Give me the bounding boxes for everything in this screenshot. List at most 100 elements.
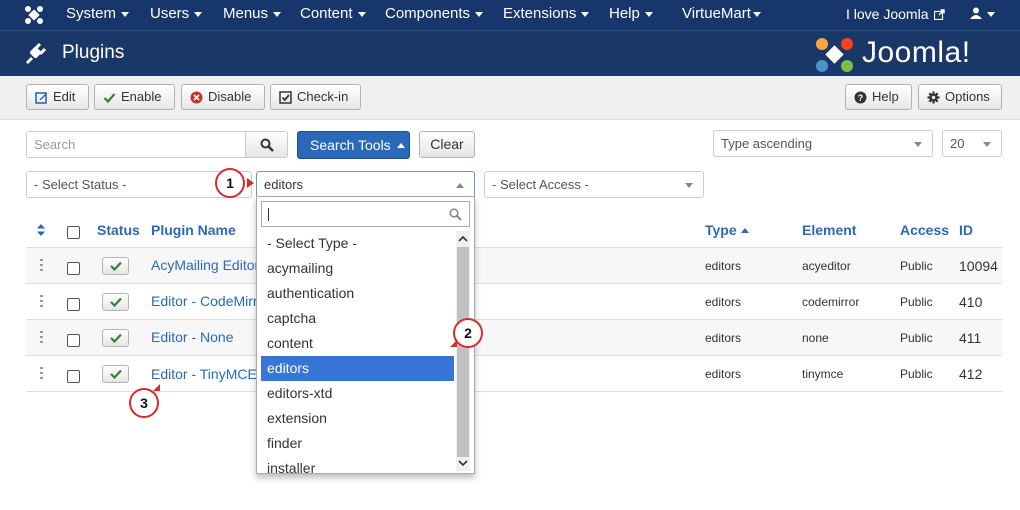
column-header-type[interactable]: Type [705,222,749,238]
menu-components[interactable]: Components [385,0,484,30]
joomla-icon[interactable] [24,5,44,25]
edit-icon [35,92,47,104]
scroll-down-icon[interactable] [458,460,468,467]
type-option-highlighted[interactable]: editors [261,356,454,381]
plugin-id: 411 [959,330,982,346]
caret-down-icon [685,183,693,188]
page-title: Plugins [62,42,125,63]
status-toggle-button[interactable] [102,365,129,383]
column-header-plugin-name[interactable]: Plugin Name [151,222,236,238]
plugin-access: Public [900,367,933,381]
external-link-icon [934,9,946,21]
plugin-id: 412 [959,366,983,382]
caret-down-icon [914,142,922,147]
column-header-status[interactable]: Status [97,222,140,238]
type-dropdown-panel: - Select Type - acymailing authenticatio… [256,196,475,474]
select-all-checkbox[interactable] [67,226,80,239]
plugin-element: codemirror [802,295,860,309]
brand-text: Joomla! [862,36,971,69]
type-option[interactable]: - Select Type - [261,231,454,256]
row-checkbox[interactable] [67,334,80,347]
scrollbar-thumb[interactable] [457,247,469,457]
type-select[interactable]: editors [256,171,475,198]
search-icon [260,138,274,152]
table-row: Editor - TinyMCE editors tinymce Public … [26,355,1002,391]
type-option[interactable]: content [261,331,454,356]
row-checkbox[interactable] [67,370,80,383]
search-tools-button[interactable]: Search Tools [297,131,410,159]
user-icon [970,7,982,19]
disable-icon [190,91,203,104]
type-search-input[interactable] [261,201,470,227]
drag-handle-icon[interactable] [40,295,43,307]
options-button[interactable]: Options [918,84,1002,110]
menu-system[interactable]: System [66,0,130,30]
gear-icon [927,91,940,104]
access-select[interactable]: - Select Access - [484,171,704,198]
dropdown-scrollbar[interactable] [456,231,470,471]
status-toggle-button[interactable] [102,257,129,275]
plugin-name-link[interactable]: AcyMailing Editor [151,257,259,273]
plugin-name-link[interactable]: Editor - None [151,329,233,345]
search-input[interactable]: Search [26,131,246,158]
plugin-id: 410 [959,294,983,310]
type-option[interactable]: authentication [261,281,454,306]
column-header-id[interactable]: ID [959,222,973,238]
checkin-button[interactable]: Check-in [270,84,361,110]
disable-button[interactable]: Disable [181,84,265,110]
menu-help[interactable]: Help [609,0,653,30]
top-navbar: System Users Menus Content Components Ex… [0,0,1020,30]
plugin-element: none [802,331,829,345]
drag-handle-icon[interactable] [40,259,43,271]
plug-icon [26,42,46,64]
help-button[interactable]: ? Help [845,84,912,110]
menu-extensions[interactable]: Extensions [503,0,590,30]
caret-down-icon [475,11,484,17]
sort-select[interactable]: Type ascending [713,130,933,157]
user-menu[interactable] [970,0,995,30]
plugin-type: editors [705,331,742,345]
caret-up-icon [396,143,405,148]
column-header-access[interactable]: Access [900,222,949,238]
menu-content[interactable]: Content [300,0,366,30]
status-toggle-button[interactable] [102,329,129,347]
site-link[interactable]: I love Joomla [846,0,946,30]
sort-order-icon[interactable] [37,224,45,236]
text-cursor [268,208,269,221]
type-option[interactable]: captcha [261,306,454,331]
plugin-type: editors [705,259,742,273]
plugin-access: Public [900,331,933,345]
plugin-name-link[interactable]: Editor - CodeMirror [151,293,270,309]
edit-button[interactable]: Edit [26,84,89,110]
joomla-brand-logo: Joomla! [814,36,1000,74]
limit-select[interactable]: 20 [942,130,1002,157]
enable-button[interactable]: Enable [94,84,175,110]
column-header-element[interactable]: Element [802,222,856,238]
plugin-type: editors [705,295,742,309]
type-option[interactable]: installer [261,456,454,474]
drag-handle-icon[interactable] [40,367,43,379]
callout-pointer [153,384,160,391]
caret-down-icon [357,11,366,17]
type-option[interactable]: finder [261,431,454,456]
plugin-element: tinymce [802,367,844,381]
plugin-name-link[interactable]: Editor - TinyMCE [151,366,257,382]
row-checkbox[interactable] [67,298,80,311]
scroll-up-icon[interactable] [458,235,468,242]
menu-virtuemart[interactable]: VirtueMart [682,0,761,30]
row-checkbox[interactable] [67,262,80,275]
status-toggle-button[interactable] [102,293,129,311]
check-icon [110,297,122,307]
plugin-id: 10094 [959,258,998,274]
caret-down-icon [273,11,282,17]
caret-up-icon [740,228,749,233]
type-option[interactable]: editors-xtd [261,381,454,406]
callout-marker-1: 1 [215,168,245,198]
type-option[interactable]: extension [261,406,454,431]
clear-button[interactable]: Clear [419,131,475,158]
menu-menus[interactable]: Menus [223,0,282,30]
type-option[interactable]: acymailing [261,256,454,281]
drag-handle-icon[interactable] [40,331,43,343]
menu-users[interactable]: Users [150,0,203,30]
search-submit-button[interactable] [245,131,288,158]
